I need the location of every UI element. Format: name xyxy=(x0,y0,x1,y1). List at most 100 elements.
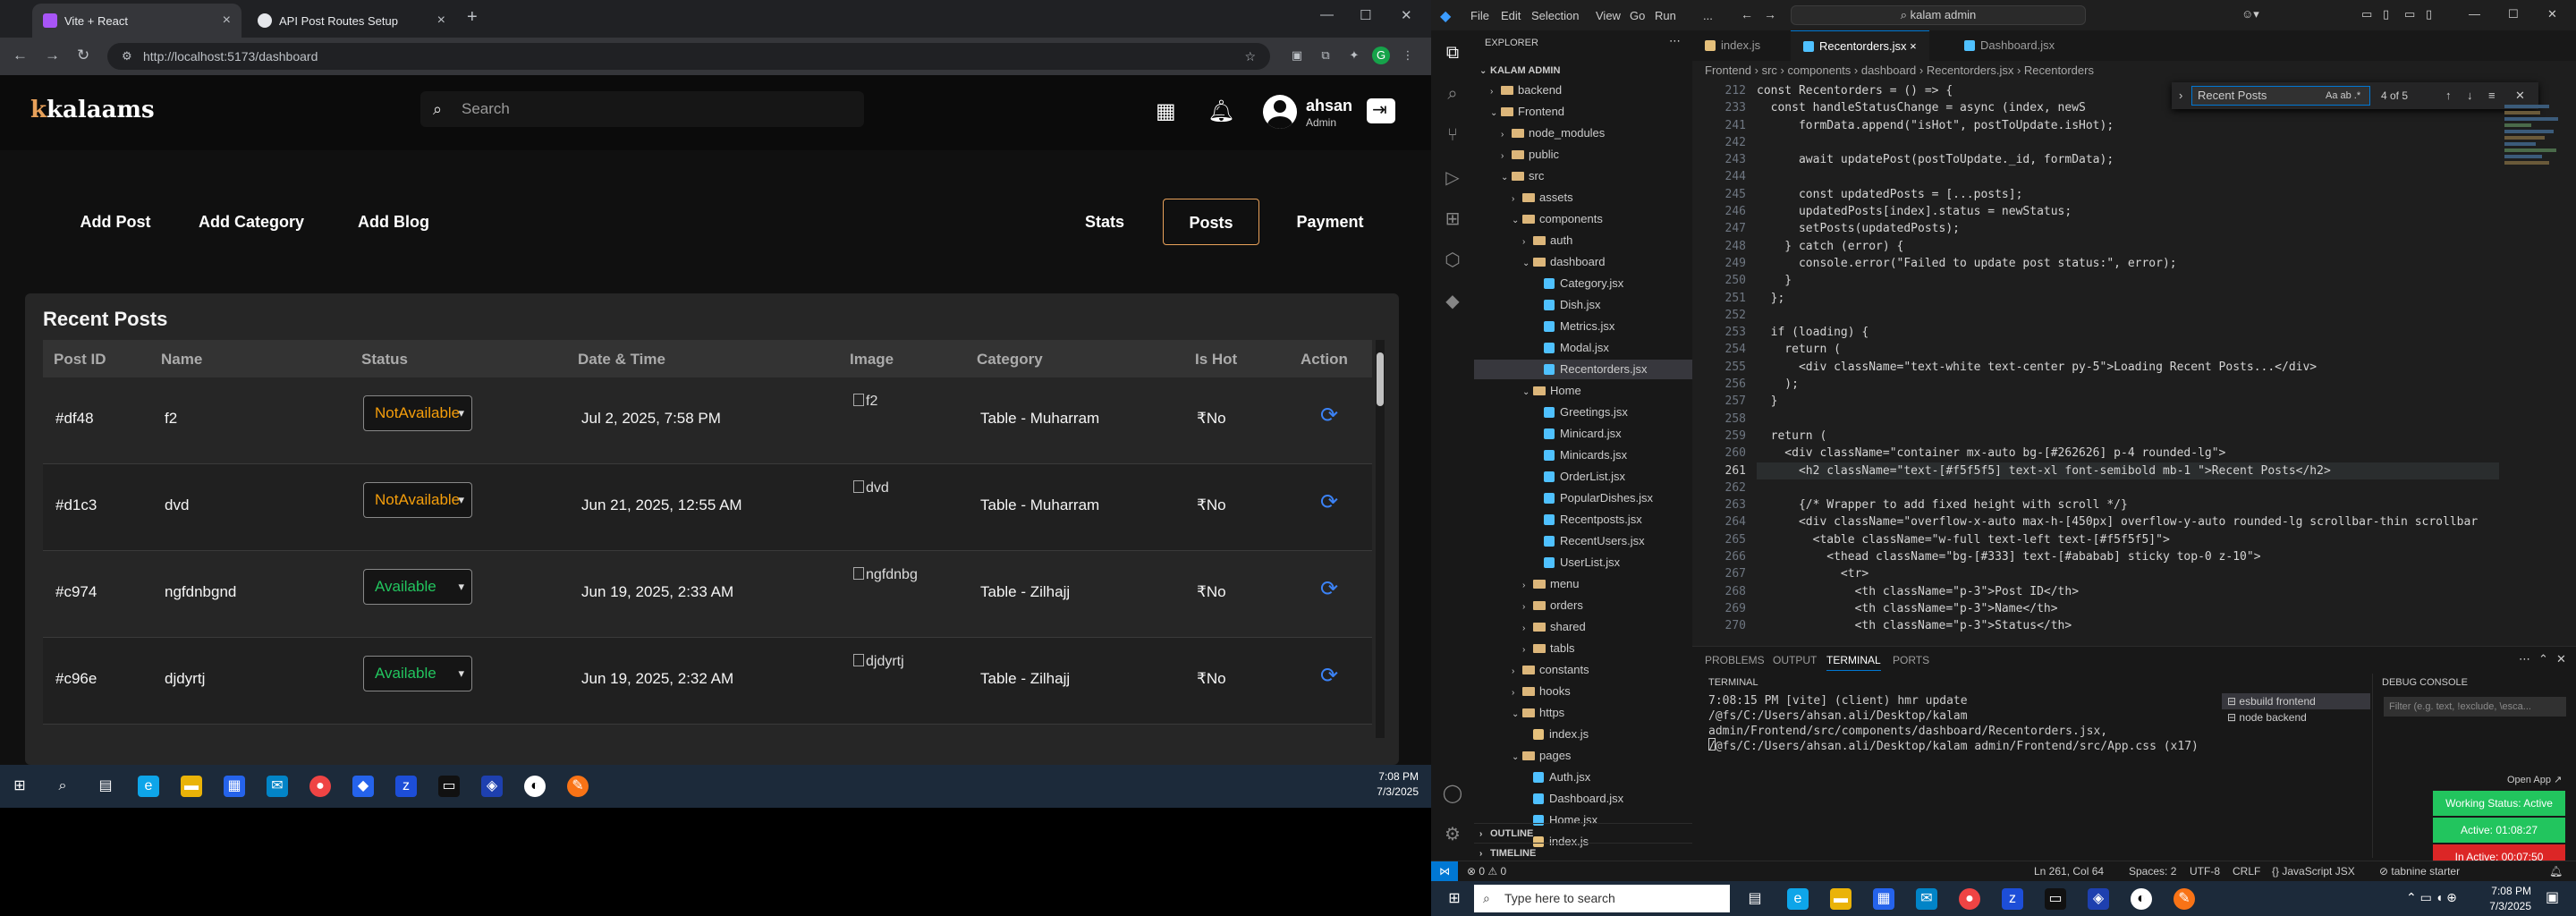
terminal-icon[interactable]: ▭ xyxy=(2045,888,2066,910)
tree-folder[interactable]: › node_modules xyxy=(1474,123,1692,143)
tree-folder[interactable]: › hooks xyxy=(1474,682,1692,701)
tree-folder[interactable]: ⌄ Home xyxy=(1474,381,1692,401)
tree-file[interactable]: Minicard.jsx xyxy=(1474,424,1692,444)
user-avatar[interactable] xyxy=(1263,95,1297,129)
menu-selection[interactable]: Selection xyxy=(1531,9,1579,22)
site-info-icon[interactable]: ⚙ xyxy=(122,43,132,70)
browser-tab-vite[interactable]: Vite + React × xyxy=(32,4,242,38)
source-control-icon[interactable]: ⑂ xyxy=(1442,125,1463,147)
mail-icon[interactable]: ✉ xyxy=(267,776,288,797)
debug-filter-input[interactable]: Filter (e.g. text, !exclude, \esca... xyxy=(2384,697,2566,717)
refresh-status-icon[interactable]: ⟳ xyxy=(1320,576,1338,602)
editor-tab-index-js[interactable]: index.js xyxy=(1692,30,1773,61)
language-mode[interactable]: {} JavaScript JSX xyxy=(2272,861,2355,881)
file-explorer-icon[interactable]: ▬ xyxy=(181,776,202,797)
notification-center-icon[interactable]: ▣ xyxy=(2546,888,2559,906)
zoom-icon[interactable]: z xyxy=(2002,888,2023,910)
add-category-button[interactable]: Add Category xyxy=(191,199,311,245)
menu-edit[interactable]: Edit xyxy=(1501,9,1521,22)
terminal-output[interactable]: 7:08:15 PM [vite] (client) hmr update /@… xyxy=(1708,693,2209,754)
refresh-status-icon[interactable]: ⟳ xyxy=(1320,403,1338,428)
remote-indicator-icon[interactable]: ⋈ xyxy=(1431,861,1458,881)
outline-section[interactable]: › OUTLINE xyxy=(1474,823,1692,843)
timeline-section[interactable]: › TIMELINE xyxy=(1474,843,1692,862)
url-input[interactable]: ⚙ http://localhost:5173/dashboard ☆ xyxy=(107,43,1270,70)
edge-icon[interactable]: e xyxy=(1787,888,1809,910)
tree-folder[interactable]: › orders xyxy=(1474,596,1692,615)
mail-icon[interactable]: ✉ xyxy=(1916,888,1937,910)
scrollbar-thumb[interactable] xyxy=(1377,352,1384,406)
status-select[interactable]: Available xyxy=(363,569,472,605)
tree-file[interactable]: Metrics.jsx xyxy=(1474,317,1692,336)
status-select[interactable]: Available xyxy=(363,656,472,691)
tree-file[interactable]: RecentUsers.jsx xyxy=(1474,531,1692,551)
maximize-panel-icon[interactable]: ⌃ xyxy=(2538,652,2548,666)
refresh-status-icon[interactable]: ⟳ xyxy=(1320,663,1338,689)
problems-count[interactable]: ⊗ 0 ⚠ 0 xyxy=(1467,861,1506,881)
add-blog-button[interactable]: Add Blog xyxy=(340,199,447,245)
translate-icon[interactable]: ⧉ xyxy=(1317,47,1335,64)
status-select[interactable]: NotAvailable xyxy=(363,395,472,431)
tree-file[interactable]: Category.jsx xyxy=(1474,274,1692,293)
edge-icon[interactable]: e xyxy=(138,776,159,797)
settings-gear-icon[interactable]: ⚙ xyxy=(1442,823,1463,844)
toggle-secondary-icon[interactable]: ▯ xyxy=(2426,7,2432,21)
open-app-link[interactable]: Open App ↗ xyxy=(2507,774,2562,785)
terminal-icon[interactable]: ▭ xyxy=(438,776,460,797)
tree-folder[interactable]: ⌄ Frontend xyxy=(1474,102,1692,122)
menu-more[interactable]: ... xyxy=(1703,9,1713,22)
nav-forward-icon[interactable]: → xyxy=(1764,7,1776,21)
close-window-icon[interactable]: ✕ xyxy=(1401,7,1412,23)
editor-tab-dashboard[interactable]: Dashboard.jsx xyxy=(1952,30,2067,61)
minimize-icon[interactable]: — xyxy=(1320,7,1334,22)
windows-start-icon[interactable]: ⊞ xyxy=(1444,888,1465,910)
tree-file[interactable]: Modal.jsx xyxy=(1474,338,1692,358)
command-center-search[interactable]: ⌕ kalam admin xyxy=(1791,5,2086,25)
status-select[interactable]: NotAvailable xyxy=(363,482,472,518)
more-actions-icon[interactable]: ⋯ xyxy=(2519,652,2530,666)
terminal-item[interactable]: ⊟ node backend xyxy=(2222,709,2370,725)
editor-tab-recentorders[interactable]: Recentorders.jsx × xyxy=(1791,30,1929,61)
tree-folder[interactable]: › auth xyxy=(1474,231,1692,250)
reload-icon[interactable]: ↻ xyxy=(77,47,89,64)
more-menu-icon[interactable]: ⋮ xyxy=(1399,47,1417,64)
brand-logo[interactable]: kkalaams xyxy=(30,97,155,123)
extension-icon[interactable]: ▣ xyxy=(1288,47,1306,64)
add-post-button[interactable]: Add Post xyxy=(66,199,165,245)
windows-start-icon[interactable]: ⊞ xyxy=(9,776,30,797)
search-icon[interactable]: ⌕ xyxy=(52,776,73,797)
menu-file[interactable]: File xyxy=(1470,9,1489,22)
toggle-panel-icon[interactable]: ▭ xyxy=(2404,7,2415,21)
extensions-icon[interactable]: ⊞ xyxy=(1442,208,1463,229)
cursor-position[interactable]: Ln 261, Col 64 xyxy=(2034,861,2104,881)
clock[interactable]: 7:08 PM 7/3/2025 xyxy=(2469,885,2531,912)
taskbar-search-input[interactable]: ⌕ Type here to search xyxy=(1474,885,1730,912)
system-tray-icons[interactable]: ⌃ ▭ ◖ ⊕ xyxy=(2406,890,2457,905)
next-match-icon[interactable]: ↓ xyxy=(2467,82,2473,109)
tree-folder[interactable]: ⌄ components xyxy=(1474,209,1692,229)
find-selection-icon[interactable]: ≡ xyxy=(2488,82,2496,109)
tree-file[interactable]: Recentposts.jsx xyxy=(1474,510,1692,530)
tree-file[interactable]: Greetings.jsx xyxy=(1474,403,1692,422)
maximize-icon[interactable]: ☐ xyxy=(2508,7,2519,21)
search-icon[interactable]: ⌕ xyxy=(1442,84,1463,106)
nav-back-icon[interactable]: ← xyxy=(1741,7,1753,21)
tree-folder[interactable]: › constants xyxy=(1474,660,1692,680)
tree-folder[interactable]: › public xyxy=(1474,145,1692,165)
refresh-status-icon[interactable]: ⟳ xyxy=(1320,489,1338,515)
more-actions-icon[interactable]: ⋯ xyxy=(1669,34,1681,48)
tree-file[interactable]: OrderList.jsx xyxy=(1474,467,1692,487)
breadcrumb[interactable]: Frontend › src › components › dashboard … xyxy=(1692,61,2576,81)
tree-folder[interactable]: ⌄ https xyxy=(1474,703,1692,723)
chrome-icon[interactable]: ● xyxy=(1959,888,1980,910)
tree-folder[interactable]: › tabls xyxy=(1474,639,1692,658)
chevron-right-icon[interactable]: › xyxy=(2179,82,2182,109)
tree-folder[interactable]: ⌄ pages xyxy=(1474,746,1692,766)
panel-tab-terminal[interactable]: TERMINAL xyxy=(1826,654,1881,671)
panel-tab-ports[interactable]: PORTS xyxy=(1893,654,1929,666)
close-icon[interactable]: × xyxy=(1910,39,1917,53)
tree-folder[interactable]: ⌄ dashboard xyxy=(1474,252,1692,272)
close-icon[interactable]: × xyxy=(223,13,231,29)
grid-icon[interactable]: ▦ xyxy=(1156,98,1176,124)
tree-file[interactable]: Dashboard.jsx xyxy=(1474,789,1692,809)
